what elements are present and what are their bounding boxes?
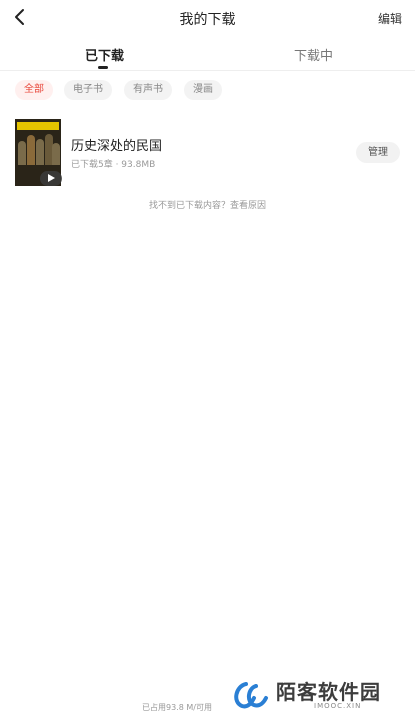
manage-button[interactable]: 管理 <box>356 142 400 163</box>
edit-button[interactable]: 编辑 <box>378 10 402 27</box>
tab-downloaded[interactable]: 已下载 <box>85 45 124 64</box>
filter-chips: 全部 电子书 有声书 漫画 <box>0 80 415 102</box>
cover-figures <box>18 133 60 165</box>
filter-chip-all[interactable]: 全部 <box>15 80 53 100</box>
watermark-subtext: IMOOC.XIN <box>314 702 362 710</box>
book-download-meta: 已下载5章 · 93.8MB <box>71 160 156 170</box>
watermark-text: 陌客软件园 <box>276 680 381 704</box>
filter-chip-ebook[interactable]: 电子书 <box>64 80 112 100</box>
filter-chip-audiobook[interactable]: 有声书 <box>124 80 172 100</box>
tab-downloading[interactable]: 下载中 <box>294 45 333 64</box>
top-bar: 我的下载 编辑 <box>0 0 415 36</box>
book-title: 历史深处的民国 <box>71 139 163 154</box>
cover-title-band <box>17 122 59 130</box>
storage-usage-text: 已占用93.8 M/可用 <box>142 703 212 712</box>
download-tabs: 已下载 下载中 <box>0 36 415 71</box>
play-icon[interactable] <box>40 171 62 186</box>
watermark: 陌客软件园 IMOOC.XIN <box>232 676 412 716</box>
missing-content-hint[interactable]: 找不到已下载内容？查看原因 <box>0 198 415 211</box>
active-tab-indicator <box>98 66 108 69</box>
page-title: 我的下载 <box>179 12 236 28</box>
watermark-logo-icon <box>234 682 268 709</box>
download-item[interactable]: 历史深处的民国 已下载5章 · 93.8MB 管理 <box>0 116 415 188</box>
filter-chip-comic[interactable]: 漫画 <box>184 80 222 100</box>
